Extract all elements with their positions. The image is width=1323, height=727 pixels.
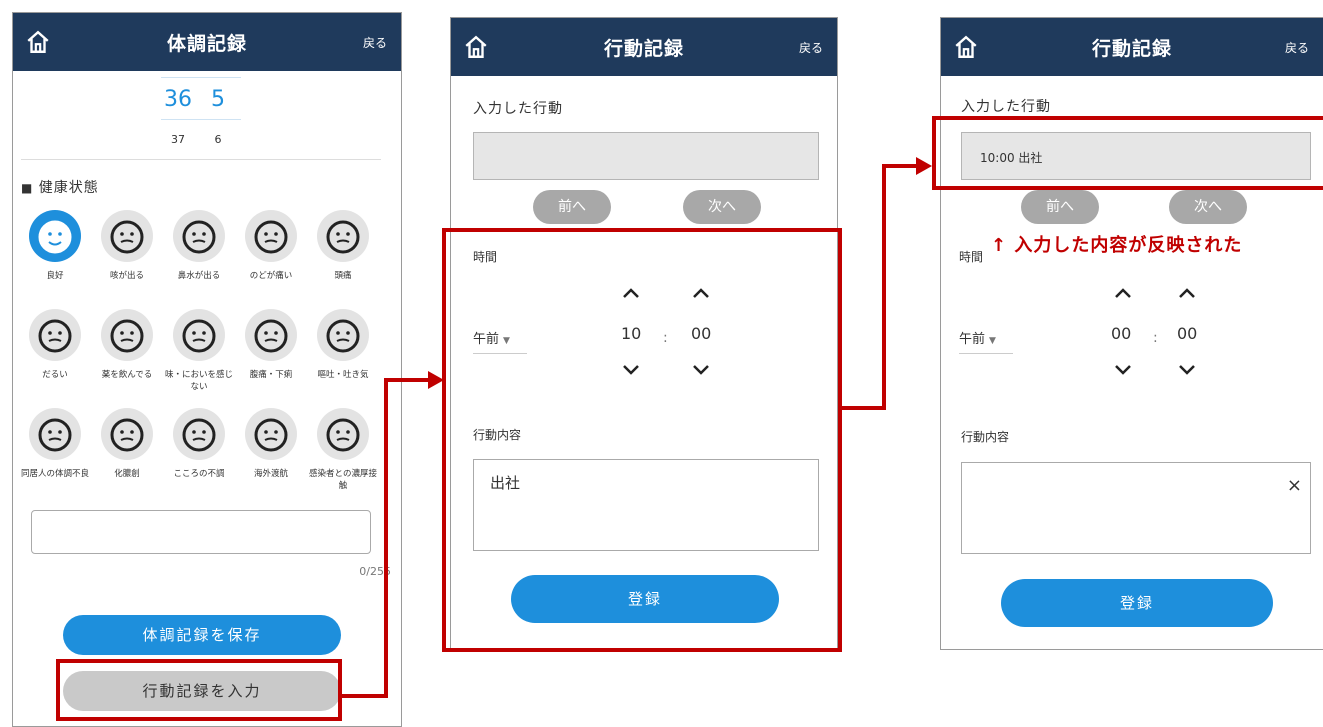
entered-action-label: 入力した行動 — [473, 101, 563, 117]
prev-button[interactable]: 前へ — [533, 190, 611, 224]
minute-up-icon[interactable] — [1177, 286, 1197, 300]
save-health-button[interactable]: 体調記録を保存 — [63, 615, 341, 655]
health-heading: ■ 健康状態 — [21, 177, 99, 197]
condition-label: 薬を飲んでる — [101, 370, 153, 380]
highlight-action-button — [56, 659, 342, 721]
user-icon: ■ — [21, 181, 34, 195]
dropdown-caret-icon: ▼ — [989, 336, 996, 346]
memo-input[interactable] — [31, 510, 371, 554]
page-title: 行動記録 — [1091, 38, 1172, 60]
health-heading-label: 健康状態 — [38, 180, 99, 196]
toilet-icon[interactable] — [245, 309, 297, 361]
ampm-value: 午前 — [959, 332, 986, 347]
condition-label: 味・においを感じない — [164, 370, 233, 392]
char-count: 0/255 — [359, 565, 391, 578]
condition-label: 頭痛 — [334, 271, 352, 281]
action-record-result-screen: 行動記録 戻る 入力した行動 10:00 出社 前へ 次へ 時間 ↑ 入力した内… — [940, 17, 1323, 650]
sore-throat-face-icon[interactable] — [245, 210, 297, 262]
temperature-picker[interactable]: 36 5 37 6 — [161, 71, 241, 161]
ampm-select[interactable]: 午前 ▼ — [959, 328, 1013, 354]
first-aid-icon[interactable] — [101, 408, 153, 460]
condition-label: 同居人の体調不良 — [20, 469, 89, 479]
page-title: 体調記録 — [166, 33, 247, 55]
back-button[interactable]: 戻る — [363, 34, 387, 51]
condition-label: 鼻水が出る — [177, 271, 221, 281]
condition-label: だるい — [42, 370, 68, 380]
condition-label: 化膿創 — [114, 469, 140, 479]
condition-label: 感染者との濃厚接触 — [309, 469, 377, 491]
airplane-icon[interactable] — [245, 408, 297, 460]
divider — [161, 119, 241, 120]
condition-label: 腹痛・下痢 — [249, 370, 293, 380]
tired-face-icon[interactable] — [29, 309, 81, 361]
minute-value[interactable]: 00 — [1177, 324, 1197, 343]
temp-decimal-next[interactable]: 6 — [205, 133, 231, 146]
next-button[interactable]: 次へ — [683, 190, 761, 224]
time-label: 時間 — [959, 250, 984, 264]
app-header: 体調記録 戻る — [13, 13, 401, 71]
nausea-face-icon[interactable] — [317, 309, 369, 361]
temp-decimal-selected[interactable]: 5 — [205, 87, 231, 112]
arrow-2 — [842, 164, 918, 410]
time-colon: : — [1153, 330, 1158, 346]
condition-label: のどが痛い — [249, 271, 293, 281]
condition-label: 嘔吐・吐き気 — [317, 370, 369, 380]
back-button[interactable]: 戻る — [1285, 39, 1309, 56]
arrow-2-head — [916, 157, 932, 175]
no-taste-face-icon[interactable] — [173, 309, 225, 361]
hour-down-icon[interactable] — [1113, 363, 1133, 377]
temp-integer-next[interactable]: 37 — [161, 133, 195, 146]
condition-label: 咳が出る — [109, 271, 144, 281]
back-button[interactable]: 戻る — [799, 39, 823, 56]
app-header: 行動記録 戻る — [941, 18, 1323, 76]
condition-label: こころの不調 — [173, 469, 225, 479]
smile-face-icon[interactable] — [29, 210, 81, 262]
hour-value[interactable]: 00 — [1111, 324, 1131, 343]
temp-integer-selected[interactable]: 36 — [161, 87, 195, 112]
heart-hands-icon[interactable] — [173, 408, 225, 460]
prev-button[interactable]: 前へ — [1021, 190, 1099, 224]
divider — [161, 77, 241, 78]
app-header: 行動記録 戻る — [451, 18, 837, 76]
pill-icon[interactable] — [101, 309, 153, 361]
minute-down-icon[interactable] — [1177, 363, 1197, 377]
content-input[interactable]: × — [961, 462, 1311, 554]
reflected-note: ↑ 入力した内容が反映された — [991, 235, 1243, 256]
headache-face-icon[interactable] — [317, 210, 369, 262]
clear-icon[interactable]: × — [1287, 475, 1302, 496]
next-button[interactable]: 次へ — [1169, 190, 1247, 224]
submit-button[interactable]: 登録 — [1001, 579, 1273, 627]
condition-label: 海外渡航 — [253, 469, 288, 479]
entered-action-label: 入力した行動 — [961, 99, 1051, 115]
highlight-time-content — [442, 228, 842, 652]
entered-action-field — [473, 132, 819, 180]
highlight-entered-action — [932, 116, 1323, 190]
sick-family-icon[interactable] — [29, 408, 81, 460]
hour-up-icon[interactable] — [1113, 286, 1133, 300]
cough-face-icon[interactable] — [101, 210, 153, 262]
page-title: 行動記録 — [603, 38, 684, 60]
runny-nose-face-icon[interactable] — [173, 210, 225, 262]
condition-label: 良好 — [46, 271, 64, 281]
group-icon[interactable] — [317, 408, 369, 460]
content-label: 行動内容 — [961, 430, 1010, 444]
health-record-screen: 体調記録 戻る 36 5 37 6 ■ 健康状態 0/255 体調記録を保存 行… — [12, 12, 402, 727]
section-divider — [21, 159, 381, 160]
